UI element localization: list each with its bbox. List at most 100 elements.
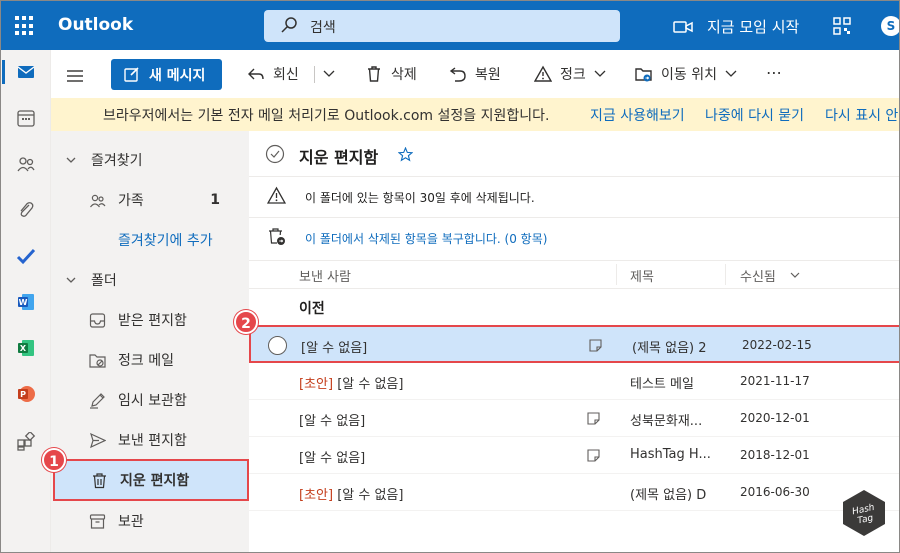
- calendar-icon[interactable]: [16, 108, 36, 128]
- column-subject[interactable]: 제목: [630, 266, 654, 285]
- folder-item-archive[interactable]: 보관: [51, 503, 249, 539]
- column-received[interactable]: 수신됨: [740, 266, 776, 285]
- sender: [알 수 없음]: [301, 341, 368, 356]
- move-folder-icon: [635, 68, 652, 82]
- list-header: 지운 편지함: [249, 131, 899, 176]
- skype-icon[interactable]: S: [881, 16, 899, 36]
- reply-dropdown-chevron-icon[interactable]: [323, 70, 335, 78]
- folder-pane: 즐겨찾기 가족 1 즐겨찾기에 추가 폴더 받은 편지함 정크 메일 임시 보관…: [51, 131, 249, 552]
- app-launcher-icon[interactable]: [15, 16, 35, 36]
- column-divider[interactable]: [616, 264, 617, 285]
- folder-label: 임시 보관함: [118, 393, 187, 409]
- note-icon: [587, 449, 600, 462]
- message-list: 지운 편지함 이 폴더에 있는 항목이 30일 후에 삭제됩니다. 이 폴더에서…: [249, 131, 899, 552]
- select-radio[interactable]: [268, 336, 287, 355]
- group-header: 이전: [299, 301, 325, 317]
- warning-icon: [267, 186, 286, 204]
- recover-items-notice: 이 폴더에서 삭제된 항목을 복구합니다. (0 항목): [249, 217, 899, 255]
- more-apps-icon[interactable]: [16, 432, 36, 452]
- divider: [314, 66, 315, 83]
- junk-folder-icon: [89, 353, 106, 368]
- received-date: 2021-11-17: [740, 374, 810, 388]
- dont-show-again-link[interactable]: 다시 표시 안 함: [825, 105, 899, 125]
- people-icon[interactable]: [16, 154, 36, 174]
- move-to-button[interactable]: 이동 위치: [635, 64, 737, 84]
- table-row[interactable]: [알 수 없음] (제목 없음) 2 2022-02-15: [249, 325, 899, 363]
- more-options-button[interactable]: ⋯: [766, 63, 782, 82]
- junk-button[interactable]: 정크: [534, 64, 606, 84]
- reply-label: 회신: [273, 67, 299, 83]
- sender: [초안] [알 수 없음]: [299, 377, 404, 392]
- sender: [알 수 없음]: [299, 414, 366, 429]
- default-mail-handler-banner: 브라우저에서는 기본 전자 메일 처리기로 Outlook.com 설정을 지원…: [51, 98, 899, 131]
- app-title[interactable]: Outlook: [58, 15, 133, 35]
- banner-message: 브라우저에서는 기본 전자 메일 처리기로 Outlook.com 설정을 지원…: [103, 108, 550, 124]
- received-date: 2020-12-01: [740, 411, 810, 425]
- column-headers: 보낸 사람 제목 수신됨: [249, 260, 899, 289]
- qr-code-icon[interactable]: [833, 17, 851, 35]
- archive-icon: [89, 513, 106, 529]
- mail-icon[interactable]: [16, 62, 36, 82]
- column-from[interactable]: 보낸 사람: [299, 266, 351, 285]
- subject: (제목 없음) D: [630, 488, 707, 503]
- column-divider[interactable]: [725, 264, 726, 285]
- command-bar: 새 메시지 회신 삭제 복원 정크 이동 위치 ⋯: [51, 50, 899, 98]
- restore-label: 복원: [475, 67, 501, 83]
- add-to-favorites-link[interactable]: 즐겨찾기에 추가: [51, 222, 249, 258]
- table-row[interactable]: [초안] [알 수 없음] (제목 없음) D 2016-06-30: [249, 474, 899, 511]
- chevron-down-icon: [725, 70, 737, 77]
- chevron-down-icon: [66, 157, 76, 163]
- hashtag-watermark-logo: Hash Tag: [843, 490, 885, 536]
- chevron-down-icon: [594, 70, 606, 77]
- try-now-link[interactable]: 지금 사용해보기: [590, 105, 685, 125]
- sort-chevron-down-icon[interactable]: [790, 272, 800, 279]
- subject: 성북문화재...: [630, 414, 703, 429]
- notice-text: 이 폴더에 있는 항목이 30일 후에 삭제됩니다.: [305, 191, 535, 205]
- chevron-down-icon: [66, 277, 76, 283]
- meet-now-button[interactable]: 지금 모임 시작: [673, 16, 799, 37]
- folder-label: 정크 메일: [118, 353, 174, 369]
- folder-item-drafts[interactable]: 임시 보관함: [51, 382, 249, 418]
- callout-badge-1: 1: [42, 448, 66, 472]
- recover-deleted-items-link[interactable]: 이 폴더에서 삭제된 항목을 복구합니다. (0 항목): [305, 230, 547, 247]
- table-row[interactable]: [알 수 없음] 성북문화재... 2020-12-01: [249, 400, 899, 437]
- note-icon: [587, 412, 600, 425]
- folder-item-junk[interactable]: 정크 메일: [51, 342, 249, 378]
- attachment-icon[interactable]: [16, 200, 36, 220]
- restore-button[interactable]: 복원: [449, 64, 501, 84]
- folder-label: 받은 편지함: [118, 313, 187, 329]
- hamburger-menu-icon[interactable]: [67, 70, 83, 82]
- received-date: 2018-12-01: [740, 448, 810, 462]
- folder-label: 지운 편지함: [120, 473, 190, 489]
- received-date: 2022-02-15: [742, 338, 812, 352]
- compose-icon: [124, 67, 139, 82]
- folders-section-header[interactable]: 폴더: [51, 262, 249, 298]
- add-favorite-label: 즐겨찾기에 추가: [118, 233, 213, 249]
- select-all-checkbox-icon[interactable]: [265, 144, 285, 164]
- table-row[interactable]: [초안] [알 수 없음] 테스트 메일 2021-11-17: [249, 363, 899, 400]
- favorites-section-header[interactable]: 즐겨찾기: [51, 142, 249, 178]
- delete-label: 삭제: [391, 67, 417, 83]
- folder-item-sent[interactable]: 보낸 편지함: [51, 422, 249, 458]
- todo-icon[interactable]: [16, 246, 36, 266]
- word-icon[interactable]: W: [16, 292, 36, 312]
- powerpoint-icon[interactable]: P: [16, 384, 36, 404]
- folder-item-family[interactable]: 가족 1: [51, 182, 249, 218]
- folder-item-deleted[interactable]: 지운 편지함: [53, 459, 249, 501]
- pencil-icon: [90, 392, 105, 409]
- ask-later-link[interactable]: 나중에 다시 묻기: [705, 105, 804, 125]
- subject: HashTag H...: [630, 447, 711, 462]
- reply-button[interactable]: 회신: [247, 64, 299, 84]
- new-message-button[interactable]: 새 메시지: [111, 59, 222, 90]
- table-row[interactable]: [알 수 없음] HashTag H... 2018-12-01: [249, 437, 899, 474]
- svg-text:X: X: [20, 344, 27, 353]
- search-box[interactable]: 검색: [264, 10, 620, 42]
- trash-icon: [368, 66, 380, 82]
- delete-button[interactable]: 삭제: [365, 64, 417, 84]
- unread-count: 1: [210, 192, 220, 208]
- excel-icon[interactable]: X: [16, 338, 36, 358]
- folder-label: 보관: [118, 514, 144, 530]
- folder-item-inbox[interactable]: 받은 편지함: [51, 302, 249, 338]
- outlook-window: Outlook 검색 지금 모임 시작 S W X P 새 메시지 회신 삭제 …: [0, 0, 900, 553]
- star-icon[interactable]: [398, 147, 413, 162]
